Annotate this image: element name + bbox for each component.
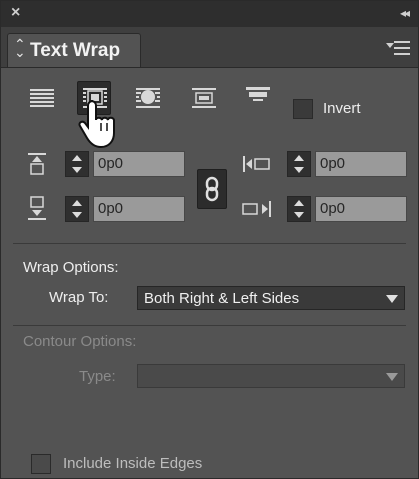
contour-type-label: Type: xyxy=(79,368,116,385)
include-inside-edges-checkbox[interactable] xyxy=(31,454,51,474)
top-offset-field[interactable]: 0p0 xyxy=(93,151,185,177)
section-divider xyxy=(13,243,406,244)
left-offset-icon xyxy=(243,156,270,172)
left-offset-stepper[interactable] xyxy=(287,151,311,177)
jump-to-next-column-button[interactable] xyxy=(241,81,275,115)
no-text-wrap-button[interactable] xyxy=(25,81,59,115)
panel-menu-button[interactable] xyxy=(386,39,410,57)
right-offset-stepper[interactable] xyxy=(287,196,311,222)
tab-text-wrap[interactable]: ⌃ ⌄ Text Wrap xyxy=(7,33,141,67)
jump-to-next-column-icon xyxy=(246,87,270,101)
panel-title: Text Wrap xyxy=(30,40,121,61)
left-offset-field[interactable]: 0p0 xyxy=(315,151,407,177)
wrap-object-shape-button[interactable] xyxy=(131,81,165,115)
panel-title-bar: ⌃ ⌄ Text Wrap xyxy=(1,27,418,68)
jump-object-button[interactable] xyxy=(187,81,221,115)
section-divider xyxy=(13,325,406,326)
chevron-down-icon xyxy=(386,295,398,303)
wrap-to-dropdown[interactable]: Both Right & Left Sides xyxy=(137,286,405,310)
chevron-down-icon xyxy=(386,373,398,381)
bottom-offset-field[interactable]: 0p0 xyxy=(93,196,185,222)
collapse-panel-button[interactable]: ◂◂ xyxy=(400,6,410,20)
contour-type-dropdown[interactable] xyxy=(137,364,405,388)
text-wrap-panel: × ◂◂ ⌃ ⌄ Text Wrap Invert 0p0 0p0 0p0 0p… xyxy=(0,0,419,479)
chain-link-icon xyxy=(205,176,219,202)
menu-arrow-icon xyxy=(386,43,394,48)
top-offset-icon xyxy=(28,153,46,175)
close-panel-button[interactable]: × xyxy=(11,4,20,22)
right-offset-field[interactable]: 0p0 xyxy=(315,196,407,222)
top-offset-stepper[interactable] xyxy=(65,151,89,177)
wrap-to-value: Both Right & Left Sides xyxy=(144,290,300,307)
invert-checkbox[interactable] xyxy=(293,99,313,119)
object-shape-wrap-icon xyxy=(136,88,160,108)
include-inside-edges-label: Include Inside Edges xyxy=(63,455,203,472)
jump-object-icon xyxy=(192,88,216,108)
make-all-settings-same-button[interactable] xyxy=(197,169,227,209)
right-offset-icon xyxy=(242,201,271,217)
contour-options-heading: Contour Options: xyxy=(23,333,137,350)
wrap-to-label: Wrap To: xyxy=(49,289,109,306)
invert-label: Invert xyxy=(323,100,361,117)
panel-top-bar: × ◂◂ xyxy=(1,1,418,27)
expand-collapse-icon[interactable]: ⌃ ⌄ xyxy=(14,37,26,59)
hand-cursor-icon xyxy=(78,100,115,149)
bottom-offset-icon xyxy=(28,196,46,220)
bottom-offset-stepper[interactable] xyxy=(65,196,89,222)
no-wrap-icon xyxy=(30,89,54,107)
wrap-options-heading: Wrap Options: xyxy=(23,259,119,276)
